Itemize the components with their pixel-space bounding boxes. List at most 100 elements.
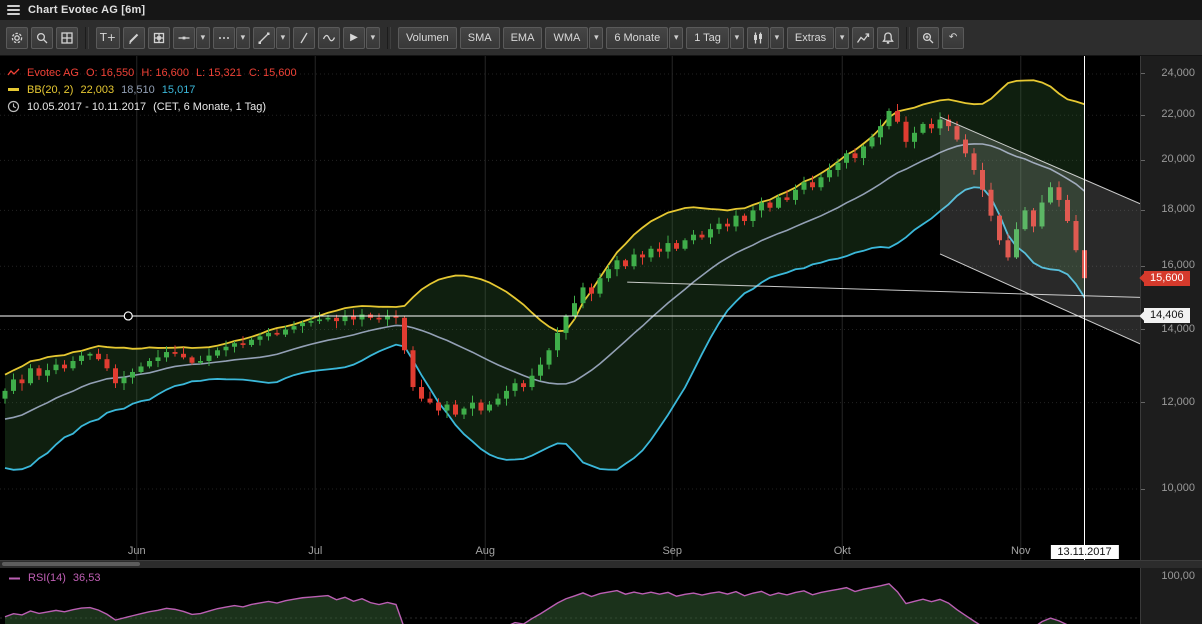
rsi-value: 36,53	[72, 572, 101, 584]
grid-tool-button[interactable]	[147, 26, 170, 49]
trend-tool-button[interactable]	[252, 26, 275, 49]
instrument-legend-row: Evotec AG O: 16,550 H: 16,600 L: 15,321 …	[7, 64, 297, 81]
rsi-legend: RSI(14) 36,53	[8, 572, 100, 584]
bollinger-middle-value: 18,510	[121, 83, 155, 96]
month-label-jul: Jul	[308, 545, 323, 557]
magnifier-plus-icon	[923, 32, 934, 43]
rsi-panel[interactable]: RSI(14) 36,53	[0, 568, 1140, 624]
price-tick-label: 12,000	[1161, 395, 1195, 408]
title-bar: Chart Evotec AG [6m]	[0, 0, 1202, 20]
price-tick-label: 10,000	[1161, 482, 1195, 494]
ohlc-high: H: 16,600	[141, 66, 190, 79]
trend-tool-button-caret[interactable]: ▾	[275, 26, 290, 49]
frame-icon	[153, 32, 165, 43]
ohlc-low: L: 15,321	[196, 66, 242, 79]
price-tick-mark	[1141, 114, 1145, 116]
instrument-name: Evotec AG	[27, 66, 79, 79]
instrument-line-icon	[7, 68, 20, 76]
price-tick-mark	[1141, 488, 1145, 490]
retracement-tool-button[interactable]	[212, 26, 235, 49]
bollinger-swatch-icon	[8, 88, 19, 91]
month-label-nov: Nov	[1010, 545, 1031, 557]
toolbar-separator	[386, 26, 391, 49]
retracement-tool-button-caret[interactable]: ▾	[235, 26, 250, 49]
settings-button[interactable]	[6, 26, 28, 49]
interval-button[interactable]: 1 Tag	[686, 26, 729, 49]
menu-icon[interactable]	[7, 5, 20, 15]
wma-button[interactable]: WMA	[545, 26, 589, 49]
wave-tool-button[interactable]	[317, 26, 340, 49]
price-tick-mark	[1141, 329, 1145, 330]
text-tool-button[interactable]: T+	[96, 26, 120, 49]
toolbar-separator	[906, 26, 911, 49]
hline-icon	[178, 36, 190, 39]
month-label-jun: Jun	[127, 545, 146, 557]
period-params: (CET, 6 Monate, 1 Tag)	[153, 100, 266, 113]
zoom-in-button[interactable]	[917, 26, 940, 49]
hline-tool-button[interactable]	[172, 26, 195, 49]
price-tick-mark	[1141, 159, 1145, 161]
rsi-axis-top-label: 100,00	[1161, 570, 1195, 582]
candles-icon	[753, 32, 762, 43]
wma-button-caret[interactable]: ▾	[589, 26, 604, 49]
crosshair-date-badge: 13.11.2017	[1050, 545, 1119, 559]
candlestick-chart-canvas[interactable]	[0, 56, 1140, 560]
draw-line-tool-button[interactable]	[122, 26, 145, 49]
rsi-label: RSI(14)	[28, 572, 66, 584]
ema-button[interactable]: EMA	[502, 26, 543, 49]
chart-style-button[interactable]	[746, 26, 769, 49]
bell-icon	[882, 31, 894, 44]
price-tick-mark	[1141, 209, 1145, 211]
layout-button[interactable]	[56, 26, 78, 49]
price-tick-label: 24,000	[1161, 66, 1195, 79]
alert-button[interactable]	[877, 26, 900, 49]
hline-tool-button-caret[interactable]: ▾	[195, 26, 210, 49]
price-tick-label: 20,000	[1161, 153, 1195, 166]
pencil-icon	[128, 33, 139, 44]
date-range: 10.05.2017 - 10.11.2017	[27, 100, 147, 113]
chart-style-button-caret[interactable]: ▾	[769, 26, 784, 49]
price-tick-mark	[1141, 73, 1145, 75]
price-axis[interactable]: 24,000 22,000 20,000 18,000 16,000 14,000 12,0…	[1140, 56, 1202, 560]
play-tool-button[interactable]: ▶	[342, 26, 365, 49]
wave-icon	[322, 34, 336, 41]
volumen-button[interactable]: Volumen	[397, 26, 457, 49]
undo-button[interactable]: ↶	[942, 26, 965, 49]
channel-tool-button[interactable]	[292, 26, 315, 49]
zoom-mode-button[interactable]	[31, 26, 53, 49]
price-tick-label: 14,000	[1161, 322, 1195, 335]
month-label-sep: Sep	[662, 545, 683, 557]
price-tick-label: 22,000	[1161, 108, 1195, 121]
play-tool-button-caret[interactable]: ▾	[365, 26, 380, 49]
ohlc-close: C: 15,600	[248, 66, 297, 79]
interval-button-caret[interactable]: ▾	[729, 26, 744, 49]
slash-icon	[300, 32, 308, 43]
sma-button[interactable]: SMA	[459, 26, 500, 49]
last-price-badge: 15,600	[1144, 270, 1190, 286]
price-tick-label: 18,000	[1161, 203, 1195, 216]
rsi-chart-canvas[interactable]	[0, 568, 1140, 624]
extras-button-caret[interactable]: ▾	[835, 26, 850, 49]
chart-scrollbar[interactable]	[2, 562, 140, 566]
price-tick-mark	[1141, 265, 1145, 267]
month-label-aug: Aug	[475, 545, 496, 557]
month-label-okt: Okt	[833, 545, 851, 557]
price-tick-mark	[1141, 402, 1145, 404]
bollinger-legend-row: BB(20, 2) 22,003 18,510 15,017	[7, 81, 297, 98]
timespan-button[interactable]: 6 Monate	[606, 26, 669, 49]
toolbar-separator	[85, 26, 89, 49]
timespan-button-caret[interactable]: ▾	[669, 26, 684, 49]
rsi-wrap: RSI(14) 36,53 100,00	[0, 568, 1202, 624]
extras-button[interactable]: Extras	[786, 26, 835, 49]
hline-handle[interactable]	[123, 311, 133, 321]
indicator-button[interactable]	[852, 26, 875, 49]
clock-icon	[7, 100, 20, 113]
rsi-axis[interactable]: 100,00	[1140, 568, 1202, 624]
toolbar: T+ ▾ ▾ ▾ ▶ ▾ Volumen SMA EMA WMA ▾ 6 Monate ▾ 1 Tag ▾ ▾…	[0, 20, 1202, 56]
grid-icon	[61, 31, 73, 44]
price-tick-label: 16,000	[1161, 259, 1195, 272]
panel-divider[interactable]	[0, 560, 1202, 568]
chart-icon	[857, 32, 870, 43]
price-chart[interactable]: Evotec AG O: 16,550 H: 16,600 L: 15,321 …	[0, 56, 1140, 560]
bollinger-upper-value: 22,003	[80, 83, 115, 96]
